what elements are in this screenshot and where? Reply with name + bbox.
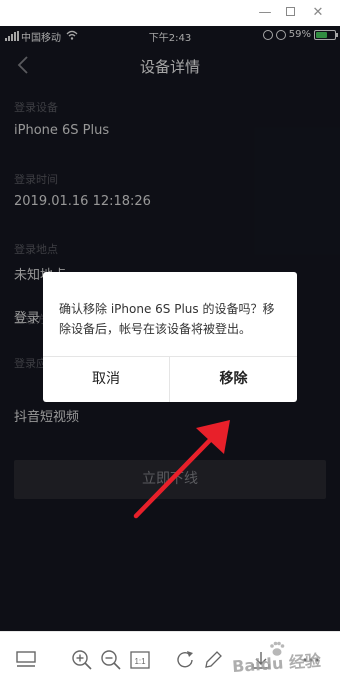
rotate-icon[interactable] [174,649,196,671]
zoom-in-icon[interactable] [71,649,93,671]
zoom-out-icon[interactable] [100,649,122,671]
minimize-icon[interactable]: — [256,4,274,22]
red-arrow-annotation [133,420,230,519]
remove-button[interactable]: 移除 [170,357,297,402]
edit-pen-icon[interactable] [202,649,224,671]
close-icon[interactable]: ✕ [309,4,327,22]
confirm-dialog: 确认移除 iPhone 6S Plus 的设备吗？移除设备后，帐号在该设备将被登… [43,272,297,402]
actual-size-icon[interactable]: 1:1 [129,649,151,671]
cancel-button[interactable]: 取消 [43,357,169,402]
dialog-message: 确认移除 iPhone 6S Plus 的设备吗？移除设备后，帐号在该设备将被登… [59,302,275,336]
maximize-icon[interactable] [281,4,299,22]
svg-text:1:1: 1:1 [134,657,146,666]
window-title-bar: — ✕ [0,0,340,26]
thumbnail-view-icon[interactable] [15,649,37,671]
phone-screen: 中国移动 下午2:43 59% 设备详情 登录设备 iPhone 6S Plus… [0,26,340,631]
